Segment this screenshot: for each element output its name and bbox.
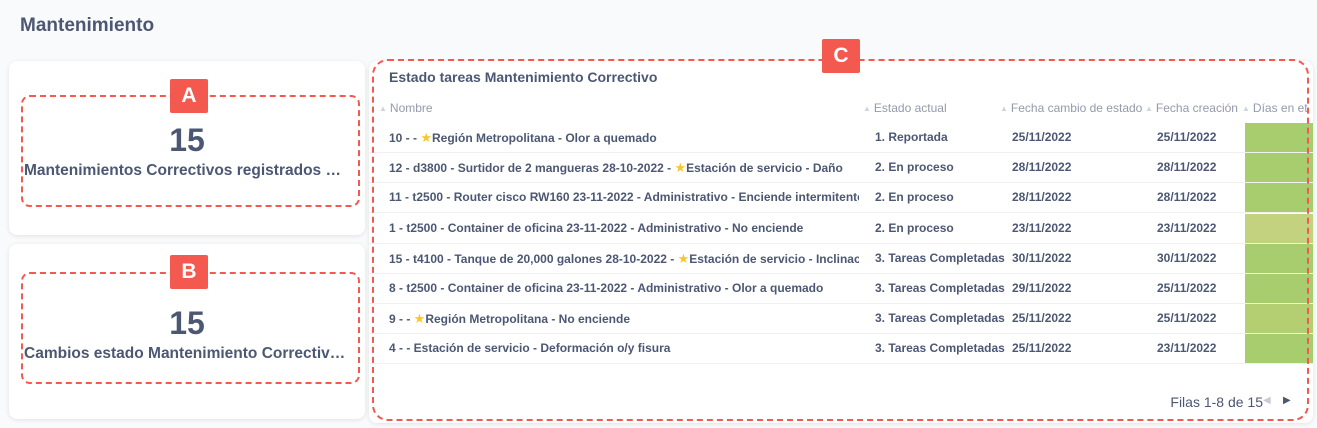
- badge-c: C: [822, 39, 860, 73]
- badge-a: A: [170, 79, 208, 113]
- highlight-box-c: [372, 59, 1309, 421]
- scalar-label-cambios-estado[interactable]: Cambios estado Mantenimiento Correctiv…: [24, 345, 349, 363]
- scalar-value-mantenimientos: 15: [169, 122, 205, 158]
- page-title: Mantenimiento: [20, 15, 155, 36]
- scalar-value-cambios-estado: 15: [169, 305, 205, 341]
- scalar-label-mantenimientos[interactable]: Mantenimientos Correctivos registrados h…: [24, 162, 349, 180]
- badge-b: B: [170, 255, 208, 289]
